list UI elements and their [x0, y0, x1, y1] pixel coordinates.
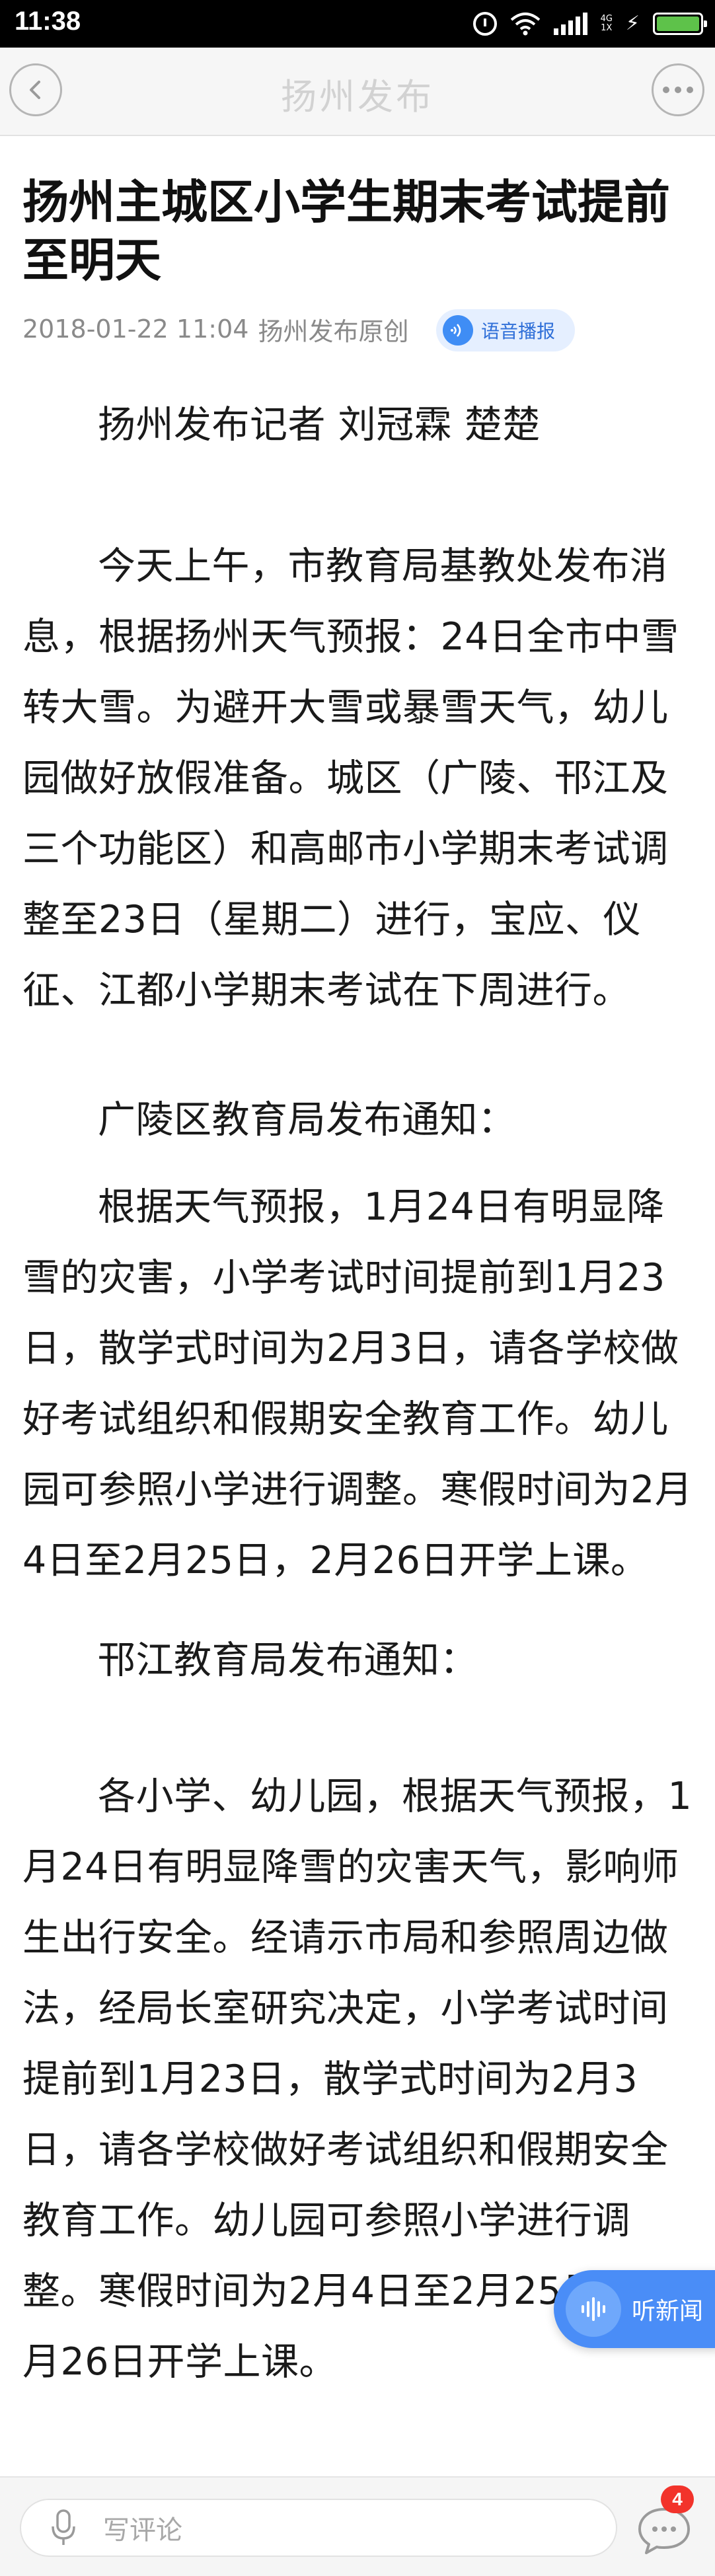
bottom-bar: 写评论 4: [0, 2476, 715, 2576]
article-byline: 扬州发布记者 刘冠霖 楚楚: [98, 403, 541, 447]
article-source: 扬州发布原创: [258, 316, 409, 346]
status-time: 11:38: [15, 7, 81, 36]
listen-news-button[interactable]: 听新闻: [554, 2270, 715, 2348]
signal-icon: [553, 13, 587, 35]
comment-count-badge: 4: [661, 2485, 694, 2513]
network-type-label: 4G 1X: [600, 14, 613, 33]
article-meta: 2018-01-22 11:04 扬州发布原创: [22, 309, 408, 349]
voice-broadcast-label: 语音播报: [481, 320, 556, 342]
article-date: 2018-01-22 11:04: [22, 314, 249, 344]
comment-input[interactable]: 写评论: [20, 2499, 617, 2557]
more-dots-icon: [663, 87, 693, 93]
charging-icon: ⚡: [625, 12, 640, 35]
voice-broadcast-button[interactable]: 语音播报: [436, 309, 575, 351]
nav-bar: 扬州发布: [0, 48, 715, 136]
listen-news-label: 听新闻: [632, 2298, 704, 2325]
article-paragraph: 今天上午，市教育局基教处发布消息，根据扬州天气预报：24日全市中雪转大雪。为避开…: [22, 544, 679, 1012]
article-paragraph: 根据天气预报，1月24日有明显降雪的灾害，小学考试时间提前到1月23日，散学式时…: [22, 1185, 693, 1582]
status-icons: 4G 1X ⚡: [472, 9, 707, 38]
audio-wave-icon: [566, 2281, 621, 2337]
alarm-icon: [472, 12, 497, 36]
more-button[interactable]: [652, 63, 704, 116]
article-headline: 扬州主城区小学生期末考试提前至明天: [22, 175, 670, 287]
article-subheading: 广陵区教育局发布通知：: [98, 1098, 516, 1142]
article-subheading: 邗江教育局发布通知：: [98, 1638, 478, 1682]
wifi-icon: [510, 12, 541, 36]
comment-placeholder: 写评论: [103, 2515, 182, 2546]
battery-icon: [653, 13, 707, 35]
nav-title: 扬州发布: [281, 76, 434, 118]
speaker-icon: [443, 315, 473, 346]
microphone-icon: [52, 2509, 75, 2545]
status-bar: 11:38 4G 1X ⚡: [0, 0, 715, 48]
